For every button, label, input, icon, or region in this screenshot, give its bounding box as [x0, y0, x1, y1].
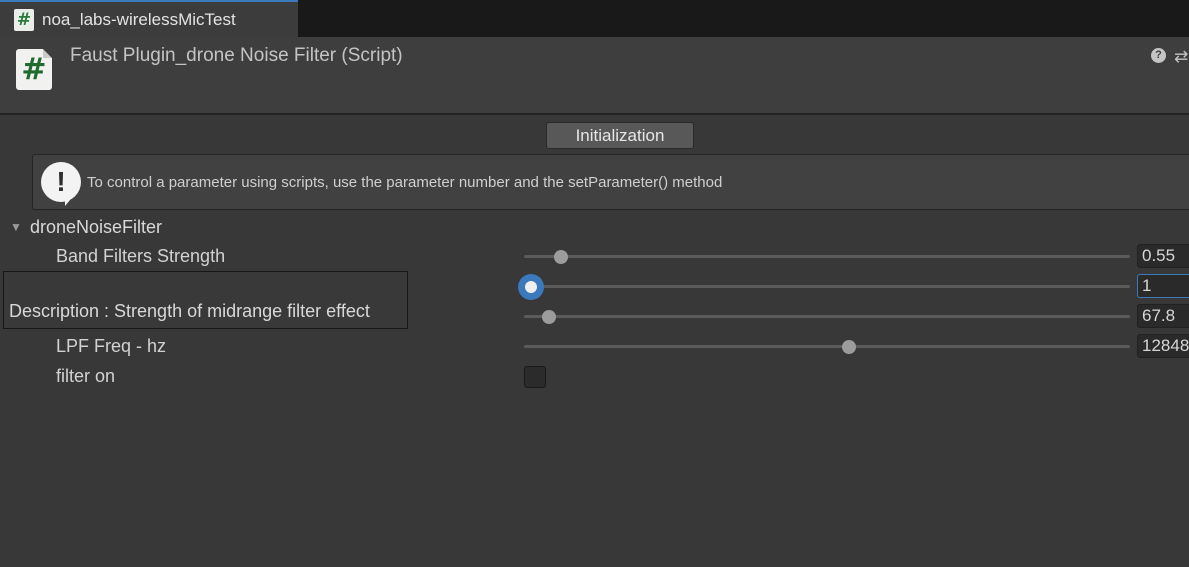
slider-track-midrange-strength[interactable]	[524, 285, 1130, 288]
slider-track-param-3[interactable]	[524, 315, 1130, 318]
value-field-band-filters-strength[interactable]: 0.55	[1137, 244, 1189, 268]
drone-noise-filter-foldout[interactable]: ▼ droneNoiseFilter	[10, 216, 162, 238]
filter-on-checkbox[interactable]	[524, 366, 546, 388]
value-field-midrange-strength[interactable]: 1	[1137, 274, 1189, 298]
param-label-filter-on: filter on	[56, 366, 116, 386]
component-title: Faust Plugin_drone Noise Filter (Script)	[70, 45, 403, 66]
value-field-param-3[interactable]: 67.8	[1137, 304, 1189, 328]
tab-bar: # noa_labs-wirelessMicTest	[0, 0, 1189, 37]
tooltip: Description : Strength of midrange filte…	[3, 271, 408, 329]
info-helpbox: ! To control a parameter using scripts, …	[32, 154, 1189, 210]
slider-track-lpf-freq[interactable]	[524, 345, 1130, 348]
slider-track-band-filters-strength[interactable]	[524, 255, 1130, 258]
slider-thumb-lpf-freq[interactable]	[842, 340, 857, 354]
tab-wireless-mic-test[interactable]: # noa_labs-wirelessMicTest	[0, 0, 298, 37]
foldout-label: droneNoiseFilter	[30, 216, 163, 237]
script-icon: #	[14, 8, 34, 31]
warning-icon: !	[41, 162, 81, 206]
value-field-lpf-freq[interactable]: 12848	[1137, 334, 1189, 358]
tab-label: noa_labs-wirelessMicTest	[42, 9, 236, 29]
component-header: # Faust Plugin_drone Noise Filter (Scrip…	[0, 37, 1189, 115]
help-icon[interactable]: ?	[1151, 48, 1166, 63]
tooltip-text: Description : Strength of midrange filte…	[9, 301, 370, 321]
presets-icon[interactable]: ⇄	[1174, 47, 1188, 67]
foldout-arrow-icon: ▼	[10, 220, 22, 234]
slider-thumb-param-3[interactable]	[542, 310, 557, 324]
initialization-button[interactable]: Initialization	[546, 122, 694, 149]
slider-thumb-band-filters-strength[interactable]	[554, 250, 569, 264]
param-label-band-filters-strength: Band Filters Strength	[56, 246, 226, 266]
slider-thumb-midrange-strength[interactable]	[518, 274, 544, 300]
helpbox-text: To control a parameter using scripts, us…	[87, 174, 723, 191]
param-label-lpf-freq: LPF Freq - hz	[56, 336, 167, 356]
csharp-script-icon: #	[16, 49, 52, 90]
